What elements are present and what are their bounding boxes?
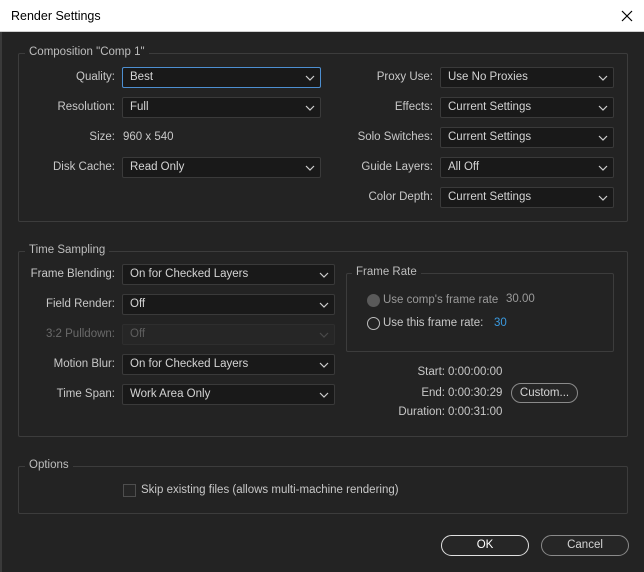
color-depth-value: Current Settings <box>448 191 532 203</box>
frame-rate-legend: Frame Rate <box>352 266 421 278</box>
time-span-value: Work Area Only <box>130 388 211 400</box>
solo-switches-dropdown[interactable]: Current Settings <box>440 127 614 148</box>
chevron-down-icon <box>597 98 608 117</box>
solo-switches-label: Solo Switches: <box>357 131 433 143</box>
motion-blur-value: On for Checked Layers <box>130 358 249 370</box>
end-label: End: <box>421 387 445 399</box>
resolution-label: Resolution: <box>57 101 115 113</box>
chevron-down-icon <box>597 68 608 87</box>
field-render-label: Field Render: <box>45 298 115 310</box>
use-this-frame-rate-value[interactable]: 30 <box>494 317 507 329</box>
guide-layers-value: All Off <box>448 161 480 173</box>
chevron-down-icon <box>304 68 315 87</box>
color-depth-label: Color Depth: <box>368 191 433 203</box>
close-button[interactable] <box>610 0 644 32</box>
start-label: Start: <box>417 366 445 378</box>
resolution-dropdown[interactable]: Full <box>122 97 321 118</box>
chevron-down-icon <box>318 325 329 344</box>
pulldown-value: Off <box>130 328 146 340</box>
proxy-use-value: Use No Proxies <box>448 71 528 83</box>
effects-value: Current Settings <box>448 101 532 113</box>
close-icon <box>621 10 633 22</box>
custom-button[interactable]: Custom... <box>511 383 578 403</box>
motion-blur-dropdown[interactable]: On for Checked Layers <box>122 354 335 375</box>
end-value: 0:00:30:29 <box>448 387 503 399</box>
use-this-frame-rate-radio[interactable] <box>367 317 380 330</box>
solo-switches-value: Current Settings <box>448 131 532 143</box>
disk-cache-value: Read Only <box>130 161 185 173</box>
disk-cache-label: Disk Cache: <box>53 161 115 173</box>
frame-blending-dropdown[interactable]: On for Checked Layers <box>122 264 335 285</box>
field-render-value: Off <box>130 298 146 310</box>
frame-rate-group <box>346 273 614 352</box>
ok-button[interactable]: OK <box>441 535 529 556</box>
start-value: 0:00:00:00 <box>448 366 503 378</box>
composition-legend: Composition "Comp 1" <box>25 46 149 58</box>
use-comp-frame-rate-label: Use comp's frame rate <box>383 294 499 306</box>
window-title: Render Settings <box>11 9 101 23</box>
chevron-down-icon <box>304 158 315 177</box>
disk-cache-dropdown[interactable]: Read Only <box>122 157 321 178</box>
frame-blending-label: Frame Blending: <box>30 268 115 280</box>
frame-blending-value: On for Checked Layers <box>130 268 249 280</box>
pulldown-dropdown: Off <box>122 324 335 345</box>
chevron-down-icon <box>597 158 608 177</box>
quality-value: Best <box>130 71 154 83</box>
size-label: Size: <box>89 131 115 143</box>
chevron-down-icon <box>318 265 329 284</box>
chevron-down-icon <box>318 295 329 314</box>
motion-blur-label: Motion Blur: <box>53 358 115 370</box>
chevron-down-icon <box>304 98 315 117</box>
resolution-value: Full <box>130 101 149 113</box>
guide-layers-dropdown[interactable]: All Off <box>440 157 614 178</box>
quality-label: Quality: <box>76 71 115 83</box>
title-bar: Render Settings <box>0 0 644 32</box>
size-value: 960 x 540 <box>123 131 174 143</box>
chevron-down-icon <box>318 385 329 404</box>
proxy-use-label: Proxy Use: <box>376 71 433 83</box>
chevron-down-icon <box>597 128 608 147</box>
duration-label: Duration: <box>398 406 445 418</box>
chevron-down-icon <box>597 188 608 207</box>
use-this-frame-rate-label[interactable]: Use this frame rate: <box>383 317 483 329</box>
time-sampling-legend: Time Sampling <box>25 244 110 256</box>
effects-label: Effects: <box>394 101 433 113</box>
use-comp-frame-rate-value: 30.00 <box>506 293 535 305</box>
quality-dropdown[interactable]: Best <box>122 67 321 88</box>
time-span-dropdown[interactable]: Work Area Only <box>122 384 335 405</box>
options-legend: Options <box>25 459 73 471</box>
color-depth-dropdown[interactable]: Current Settings <box>440 187 614 208</box>
duration-value: 0:00:31:00 <box>448 406 503 418</box>
field-render-dropdown[interactable]: Off <box>122 294 335 315</box>
use-comp-frame-rate-radio <box>367 294 380 307</box>
skip-existing-checkbox <box>123 484 136 497</box>
guide-layers-label: Guide Layers: <box>361 161 433 173</box>
chevron-down-icon <box>318 355 329 374</box>
effects-dropdown[interactable]: Current Settings <box>440 97 614 118</box>
skip-existing-label: Skip existing files (allows multi-machin… <box>141 484 399 496</box>
time-span-label: Time Span: <box>56 388 115 400</box>
cancel-button[interactable]: Cancel <box>541 535 629 556</box>
window-edge <box>0 32 2 572</box>
proxy-use-dropdown[interactable]: Use No Proxies <box>440 67 614 88</box>
pulldown-label: 3:2 Pulldown: <box>45 328 115 340</box>
